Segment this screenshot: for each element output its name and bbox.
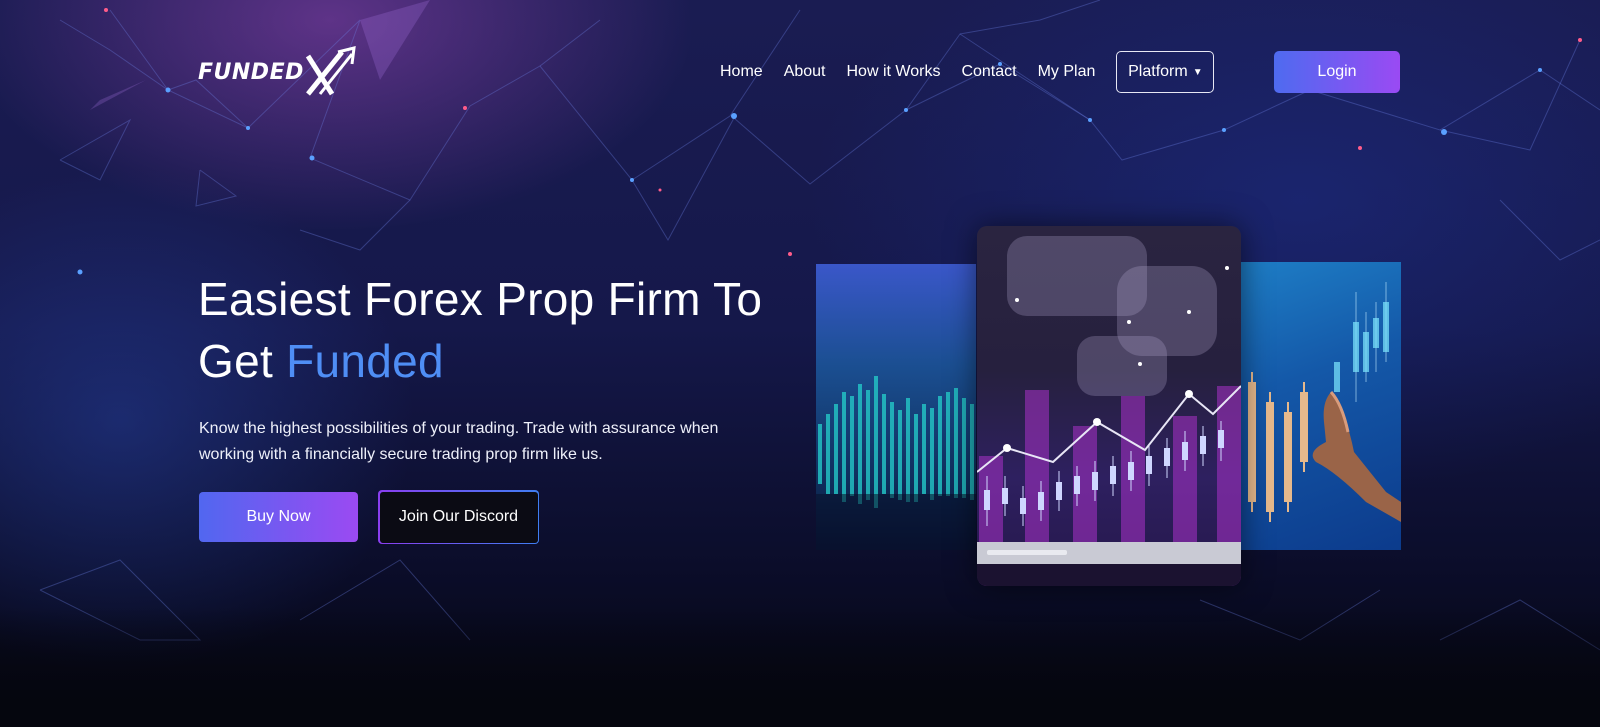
- join-discord-button[interactable]: Join Our Discord: [378, 490, 539, 544]
- hero-title-accent: Funded: [286, 335, 444, 387]
- nav-contact[interactable]: Contact: [961, 63, 1016, 81]
- nav-home[interactable]: Home: [720, 63, 763, 81]
- caret-down-icon: ▼: [1192, 66, 1203, 78]
- hero-title: Easiest Forex Prop Firm To Get Funded: [198, 268, 818, 392]
- login-button[interactable]: Login: [1274, 51, 1400, 93]
- hero-subtitle: Know the highest possibilities of your t…: [199, 420, 719, 463]
- hero-image-trading-chart: [977, 226, 1241, 586]
- buy-now-button[interactable]: Buy Now: [199, 492, 358, 542]
- hero-title-line2-prefix: Get: [198, 335, 287, 387]
- logo-text: FUNDED: [198, 59, 304, 85]
- nav-how-it-works[interactable]: How it Works: [847, 63, 941, 81]
- nav-my-plan[interactable]: My Plan: [1038, 63, 1096, 81]
- bottom-fade: [0, 607, 1600, 727]
- platform-dropdown-button[interactable]: Platform ▼: [1116, 51, 1215, 93]
- nav-about[interactable]: About: [784, 63, 826, 81]
- brand-logo[interactable]: FUNDED: [198, 44, 364, 100]
- platform-label: Platform: [1128, 63, 1188, 80]
- main-nav: Home About How it Works Contact My Plan …: [720, 50, 1215, 94]
- hero-image-teal-bars: [816, 264, 976, 550]
- join-discord-label: Join Our Discord: [379, 491, 538, 543]
- hero-title-line1: Easiest Forex Prop Firm To: [198, 273, 763, 325]
- x-arrow-logo-icon: [305, 46, 356, 96]
- hero-image-candlestick-hand: [1236, 262, 1401, 550]
